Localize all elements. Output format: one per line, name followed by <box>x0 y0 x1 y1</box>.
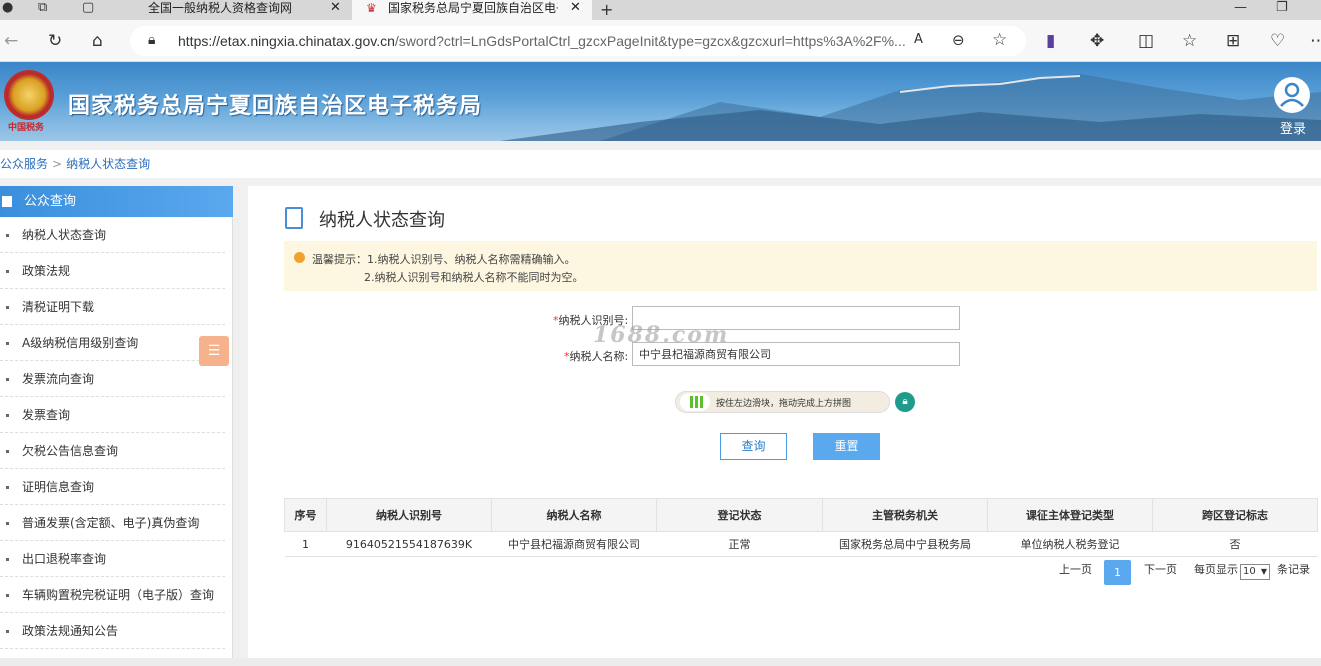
address-bar[interactable]: 🔒︎ https://etax.ningxia.chinatax.gov.cn/… <box>130 26 1026 56</box>
minimize-icon[interactable]: — <box>1234 0 1247 15</box>
back-icon[interactable]: ← <box>4 32 18 50</box>
notice-box: 温馨提示：1.纳税人识别号、纳税人名称需精确输入。 2.纳税人识别号和纳税人名称… <box>284 241 1317 291</box>
sidebar-item-invoice-flow[interactable]: 发票流向查询 <box>0 361 225 397</box>
table-cell: 国家税务总局中宁县税务局 <box>822 531 988 557</box>
sidebar-item-certificate-info[interactable]: 证明信息查询 <box>0 469 225 505</box>
tab-title: 国家税务总局宁夏回族自治区电子 <box>388 1 558 15</box>
favorite-star-icon[interactable]: ☆ <box>992 30 1007 50</box>
split-screen-icon[interactable]: ◫ <box>1138 32 1154 50</box>
page-title: 纳税人状态查询 <box>319 210 445 231</box>
performance-icon[interactable]: ♡ <box>1270 32 1285 50</box>
next-page-link[interactable]: 下一页 <box>1144 561 1177 577</box>
per-page-select[interactable]: 10 ▼ <box>1240 564 1270 580</box>
col-header: 序号 <box>284 498 327 532</box>
info-icon <box>294 252 305 263</box>
floating-menu-button[interactable]: ☰ <box>199 336 229 366</box>
sidebar-item-export-rebate[interactable]: 出口退税率查询 <box>0 541 225 577</box>
user-avatar-icon[interactable] <box>1274 77 1310 113</box>
browser-toolbar: ← ↻ ⌂ 🔒︎ https://etax.ningxia.chinatax.g… <box>0 20 1321 62</box>
table-cell: 中宁县杞福源商贸有限公司 <box>491 531 657 557</box>
table-cell: 单位纳税人税务登记 <box>987 531 1153 557</box>
captcha-slider[interactable]: 按住左边滑块，拖动完成上方拼图 <box>675 391 890 413</box>
chevron-down-icon: ▼ <box>1260 567 1267 576</box>
sidebar-item-policy[interactable]: 政策法规 <box>0 253 225 289</box>
more-menu-icon[interactable]: ⋯ <box>1310 32 1321 50</box>
tab-title: 全国一般纳税人资格查询网 <box>148 1 293 15</box>
new-tab-icon[interactable]: + <box>600 0 613 19</box>
col-header: 主管税务机关 <box>822 498 988 532</box>
notice-line-1: 温馨提示：1.纳税人识别号、纳税人名称需精确输入。 <box>312 253 576 266</box>
close-tab-icon[interactable]: ✕ <box>330 0 341 16</box>
tab-ningxia-etax[interactable]: ♛ 国家税务总局宁夏回族自治区电子 ✕ <box>352 0 592 20</box>
reset-button[interactable]: 重置 <box>813 433 880 460</box>
col-header: 纳税人识别号 <box>326 498 492 532</box>
sidebar-item-taxpayer-status[interactable]: 纳税人状态查询 <box>0 217 225 253</box>
site-title: 国家税务总局宁夏回族自治区电子税务局 <box>68 94 483 119</box>
slider-handle[interactable] <box>680 393 710 411</box>
table-row: 1 91640521554187639K 中宁县杞福源商贸有限公司 正常 国家税… <box>284 531 1318 557</box>
lock-icon: 🔒︎ <box>895 392 915 412</box>
notice-line-2: 2.纳税人识别号和纳税人名称不能同时为空。 <box>364 271 584 284</box>
tab-taxpayer-qualification[interactable]: 全国一般纳税人资格查询网 ✕ <box>112 0 352 20</box>
taxpayer-name-label: *纳税人名称: <box>564 350 629 363</box>
sidebar-header: 公众查询 <box>0 186 233 217</box>
breadcrumb-root-link[interactable]: 公众服务 <box>0 157 48 171</box>
table-cell: 否 <box>1152 531 1318 557</box>
current-page-button[interactable]: 1 <box>1104 560 1131 585</box>
sidebar-item-invoice-verify[interactable]: 普通发票(含定额、电子)真伪查询 <box>0 505 225 541</box>
url-text: https://etax.ningxia.chinatax.gov.cn/swo… <box>178 33 906 49</box>
sidebar-item-credit-level[interactable]: A级纳税信用级别查询 <box>0 325 225 361</box>
records-label: 条记录 <box>1277 563 1310 576</box>
sidebar-item-invoice-query[interactable]: 发票查询 <box>0 397 225 433</box>
sidebar-item-vehicle-tax-cert[interactable]: 车辆购置税完税证明（电子版）查询 <box>0 577 225 613</box>
table-header-row: 序号 纳税人识别号 纳税人名称 登记状态 主管税务机关 课征主体登记类型 跨区登… <box>284 498 1318 532</box>
table-cell: 正常 <box>656 531 823 557</box>
taxpayer-name-input[interactable] <box>632 342 960 366</box>
collections-icon[interactable]: ⧉ <box>38 0 47 15</box>
tax-emblem-logo <box>4 70 54 120</box>
query-button[interactable]: 查询 <box>720 433 787 460</box>
close-tab-icon[interactable]: ✕ <box>570 0 581 16</box>
breadcrumb-current[interactable]: 纳税人状态查询 <box>66 157 150 171</box>
profile-icon[interactable]: ● <box>2 0 13 15</box>
slider-hint: 按住左边滑块，拖动完成上方拼图 <box>716 399 852 409</box>
extensions-puzzle-icon[interactable]: ✥ <box>1090 32 1104 50</box>
table-cell: 1 <box>284 531 327 557</box>
zoom-out-icon[interactable]: ⊖ <box>952 31 965 49</box>
collections-icon[interactable]: ⊞ <box>1226 32 1240 50</box>
sidebar-item-clearance-cert[interactable]: 清税证明下载 <box>0 289 225 325</box>
result-table: 序号 纳税人识别号 纳税人名称 登记状态 主管税务机关 课征主体登记类型 跨区登… <box>284 498 1318 557</box>
refresh-icon[interactable]: ↻ <box>48 32 62 50</box>
login-link[interactable]: 登录 <box>1280 118 1306 137</box>
extension-icon[interactable]: ▮ <box>1046 32 1055 50</box>
col-header: 课征主体登记类型 <box>987 498 1153 532</box>
sidebar-item-policy-notice[interactable]: 政策法规通知公告 <box>0 613 225 649</box>
sidebar: 公众查询 纳税人状态查询 政策法规 清税证明下载 A级纳税信用级别查询 发票流向… <box>0 186 233 666</box>
home-icon[interactable]: ⌂ <box>92 32 103 50</box>
clipboard-icon <box>285 207 303 229</box>
tab-actions-icon[interactable]: ▢ <box>82 0 94 15</box>
per-page-label: 每页显示 <box>1194 563 1238 576</box>
read-aloud-icon[interactable]: A <box>914 32 923 47</box>
col-header: 纳税人名称 <box>491 498 657 532</box>
emblem-caption: 中国税务 <box>8 123 45 133</box>
bottom-strip <box>0 658 1321 666</box>
table-cell: 91640521554187639K <box>326 531 492 557</box>
sidebar-item-arrears-notice[interactable]: 欠税公告信息查询 <box>0 433 225 469</box>
prev-page-link[interactable]: 上一页 <box>1059 561 1092 577</box>
lock-icon[interactable]: 🔒︎ <box>148 32 155 48</box>
col-header: 跨区登记标志 <box>1152 498 1318 532</box>
main-panel: 纳税人状态查询 温馨提示：1.纳税人识别号、纳税人名称需精确输入。 2.纳税人识… <box>248 186 1321 658</box>
breadcrumb: 公众服务 > 纳税人状态查询 <box>0 150 1321 178</box>
browser-tab-strip: ● ⧉ ▢ 全国一般纳税人资格查询网 ✕ ♛ 国家税务总局宁夏回族自治区电子 ✕… <box>0 0 1321 20</box>
col-header: 登记状态 <box>656 498 823 532</box>
restore-icon[interactable]: ❐ <box>1276 0 1288 15</box>
site-favicon-icon: ♛ <box>366 1 377 15</box>
menu-list-icon <box>2 196 12 207</box>
site-banner: 中国税务 国家税务总局宁夏回族自治区电子税务局 登录 <box>0 62 1321 141</box>
favorites-icon[interactable]: ☆ <box>1182 32 1197 50</box>
